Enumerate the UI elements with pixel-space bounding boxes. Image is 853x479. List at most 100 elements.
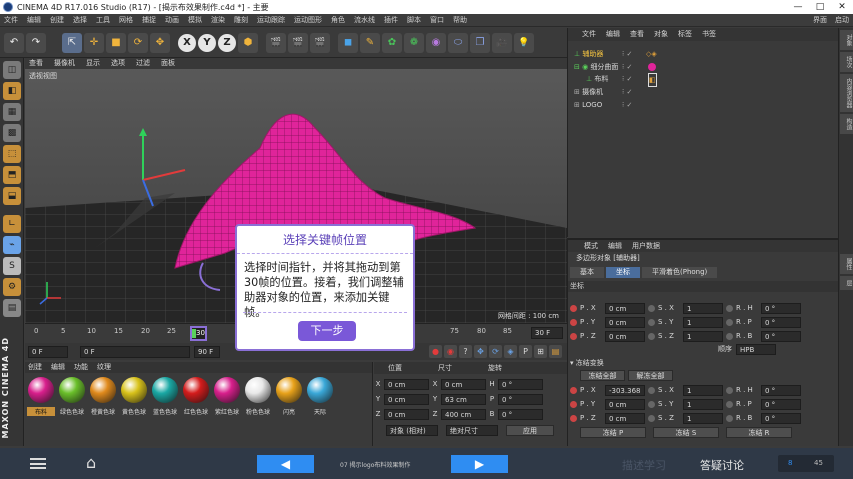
rotate-tool-icon[interactable]: ⟳ xyxy=(128,32,148,53)
scene-object-icon[interactable]: ❐ xyxy=(470,32,490,53)
menu-mograph[interactable]: 运动图形 xyxy=(294,15,322,25)
obj-menu-bookmarks[interactable]: 书签 xyxy=(702,28,716,41)
attribute-field[interactable]: 0 cm xyxy=(605,412,645,424)
z-axis-lock-icon[interactable]: Z xyxy=(218,33,236,52)
keyframe-dot-icon[interactable] xyxy=(726,414,733,422)
menu-file[interactable]: 文件 xyxy=(4,15,18,25)
attribute-field[interactable]: 0 ° xyxy=(761,330,801,342)
minimize-button[interactable]: — xyxy=(787,0,809,14)
attr-menu-userdata[interactable]: 用户数据 xyxy=(632,240,660,252)
undo-icon[interactable]: ↶ xyxy=(4,32,24,53)
visibility-toggle-icon[interactable]: ⁝ ✓ xyxy=(622,61,632,73)
key-rotate-icon[interactable]: ⟳ xyxy=(489,345,502,358)
keyframe-dot-icon[interactable] xyxy=(726,318,733,326)
side-tab-structure[interactable]: 构造 xyxy=(840,114,853,134)
keyframe-dot-icon[interactable] xyxy=(726,304,733,312)
move-tool-icon[interactable]: ✛ xyxy=(84,32,104,53)
attribute-field[interactable]: 1 xyxy=(683,330,723,342)
visibility-toggle-icon[interactable]: ⁝ ✓ xyxy=(622,86,632,98)
visibility-toggle-icon[interactable]: ⁝ ✓ xyxy=(622,48,632,60)
material-ball[interactable] xyxy=(152,377,178,403)
camera-icon[interactable]: 🎥 xyxy=(492,32,512,53)
apply-button[interactable]: 应用 xyxy=(506,425,554,436)
menu-window[interactable]: 窗口 xyxy=(430,15,444,25)
visibility-toggle-icon[interactable]: ⁝ ✓ xyxy=(622,99,632,111)
keyframe-dot-icon[interactable] xyxy=(648,386,655,394)
side-tab-content-browser[interactable]: 内容浏览器 xyxy=(840,74,853,112)
material-tag-icon[interactable] xyxy=(648,63,656,71)
material-ball[interactable] xyxy=(245,377,271,403)
menu-animate[interactable]: 动画 xyxy=(165,15,179,25)
attribute-field[interactable]: 1 xyxy=(683,398,723,410)
attribute-field[interactable]: 1 xyxy=(683,384,723,396)
model-mode-icon[interactable]: ◧ xyxy=(3,82,21,100)
material-ball[interactable] xyxy=(90,377,116,403)
close-button[interactable]: ✕ xyxy=(831,0,853,14)
tab-basic[interactable]: 基本 xyxy=(570,267,604,278)
menu-character[interactable]: 角色 xyxy=(331,15,345,25)
vp-menu-cameras[interactable]: 摄像机 xyxy=(54,58,75,69)
key-pla-icon[interactable]: ⊞ xyxy=(534,345,547,358)
freeze-r-button[interactable]: 冻结 R xyxy=(726,427,792,438)
material-ball[interactable] xyxy=(28,377,54,403)
keyframe-dot-icon[interactable] xyxy=(570,304,577,312)
attribute-field[interactable]: 0 ° xyxy=(761,384,801,396)
vp-menu-display[interactable]: 显示 xyxy=(86,58,100,69)
object-row-cloth[interactable]: ⊥ 布料 ⁝ ✓ ◧ xyxy=(568,73,838,87)
polygons-mode-icon[interactable]: ⬓ xyxy=(3,187,21,205)
keyframe-dot-icon[interactable] xyxy=(570,414,577,422)
keyframe-dot-icon[interactable] xyxy=(570,386,577,394)
freeze-p-button[interactable]: 冻结 P xyxy=(580,427,646,438)
size-y-field[interactable]: 63 cm xyxy=(441,393,486,405)
attribute-field[interactable]: -303.368 c xyxy=(605,384,645,405)
attribute-field[interactable]: 0 ° xyxy=(761,398,801,410)
y-axis-lock-icon[interactable]: Y xyxy=(198,33,216,52)
menu-render[interactable]: 渲染 xyxy=(211,15,225,25)
attribute-field[interactable]: 0 cm xyxy=(605,316,645,328)
rot-h-field[interactable]: 0 ° xyxy=(498,378,543,390)
film-strip-icon[interactable]: ▤ xyxy=(549,345,562,358)
object-row-helper[interactable]: ⊥ 辅助器 ⁝ ✓ ◇◈ xyxy=(568,48,838,60)
freeze-all-button[interactable]: 冻结全部 xyxy=(580,370,625,381)
menu-select[interactable]: 选择 xyxy=(73,15,87,25)
render-settings-icon[interactable]: 🎬 xyxy=(310,32,330,53)
vp-menu-view[interactable]: 查看 xyxy=(29,58,43,69)
menu-tools[interactable]: 工具 xyxy=(96,15,110,25)
obj-menu-edit[interactable]: 编辑 xyxy=(606,28,620,41)
scale-tool-icon[interactable]: ■ xyxy=(106,32,126,53)
menu-mesh[interactable]: 网格 xyxy=(119,15,133,25)
mat-menu-create[interactable]: 创建 xyxy=(28,362,42,373)
keyframe-dot-icon[interactable] xyxy=(570,400,577,408)
keyframe-dot-icon[interactable] xyxy=(570,318,577,326)
render-picture-viewer-icon[interactable]: 🎬 xyxy=(288,32,308,53)
rot-p-field[interactable]: 0 ° xyxy=(498,393,543,405)
vp-menu-options[interactable]: 选项 xyxy=(111,58,125,69)
tab-phong[interactable]: 平滑着色(Phong) xyxy=(642,267,718,278)
render-view-icon[interactable]: 🎬 xyxy=(266,32,286,53)
rot-b-field[interactable]: 0 ° xyxy=(498,408,543,420)
visibility-toggle-icon[interactable]: ⁝ ✓ xyxy=(622,73,632,85)
texture-mode-icon[interactable]: ▦ xyxy=(3,103,21,121)
preview-min-field[interactable]: 0 F xyxy=(80,345,190,358)
tab-coordinates[interactable]: 坐标 xyxy=(606,267,640,278)
record-icon[interactable]: ● xyxy=(429,345,442,358)
axis-mode-icon[interactable]: ∟ xyxy=(3,215,21,233)
snap-icon[interactable]: S xyxy=(3,257,21,275)
material-ball[interactable] xyxy=(307,377,333,403)
attribute-field[interactable]: 0 ° xyxy=(761,412,801,424)
x-axis-lock-icon[interactable]: X xyxy=(178,33,196,52)
pos-z-field[interactable]: 0 cm xyxy=(384,408,429,420)
menu-plugins[interactable]: 插件 xyxy=(384,15,398,25)
attribute-field[interactable]: 0 ° xyxy=(761,302,801,314)
side-tab-layers[interactable]: 层 xyxy=(840,276,853,290)
edges-mode-icon[interactable]: ⬒ xyxy=(3,166,21,184)
obj-menu-view[interactable]: 查看 xyxy=(630,28,644,41)
workplane-icon[interactable]: ▩ xyxy=(3,124,21,142)
menu-hamburger-icon[interactable] xyxy=(30,458,46,469)
redo-icon[interactable]: ↷ xyxy=(26,32,46,53)
key-move-icon[interactable]: ✥ xyxy=(474,345,487,358)
menu-sculpt[interactable]: 雕刻 xyxy=(234,15,248,25)
object-row-camera[interactable]: ⊞ 摄像机 ⁝ ✓ xyxy=(568,86,838,98)
size-z-field[interactable]: 400 cm xyxy=(441,408,486,420)
mat-menu-texture[interactable]: 纹理 xyxy=(97,362,111,373)
